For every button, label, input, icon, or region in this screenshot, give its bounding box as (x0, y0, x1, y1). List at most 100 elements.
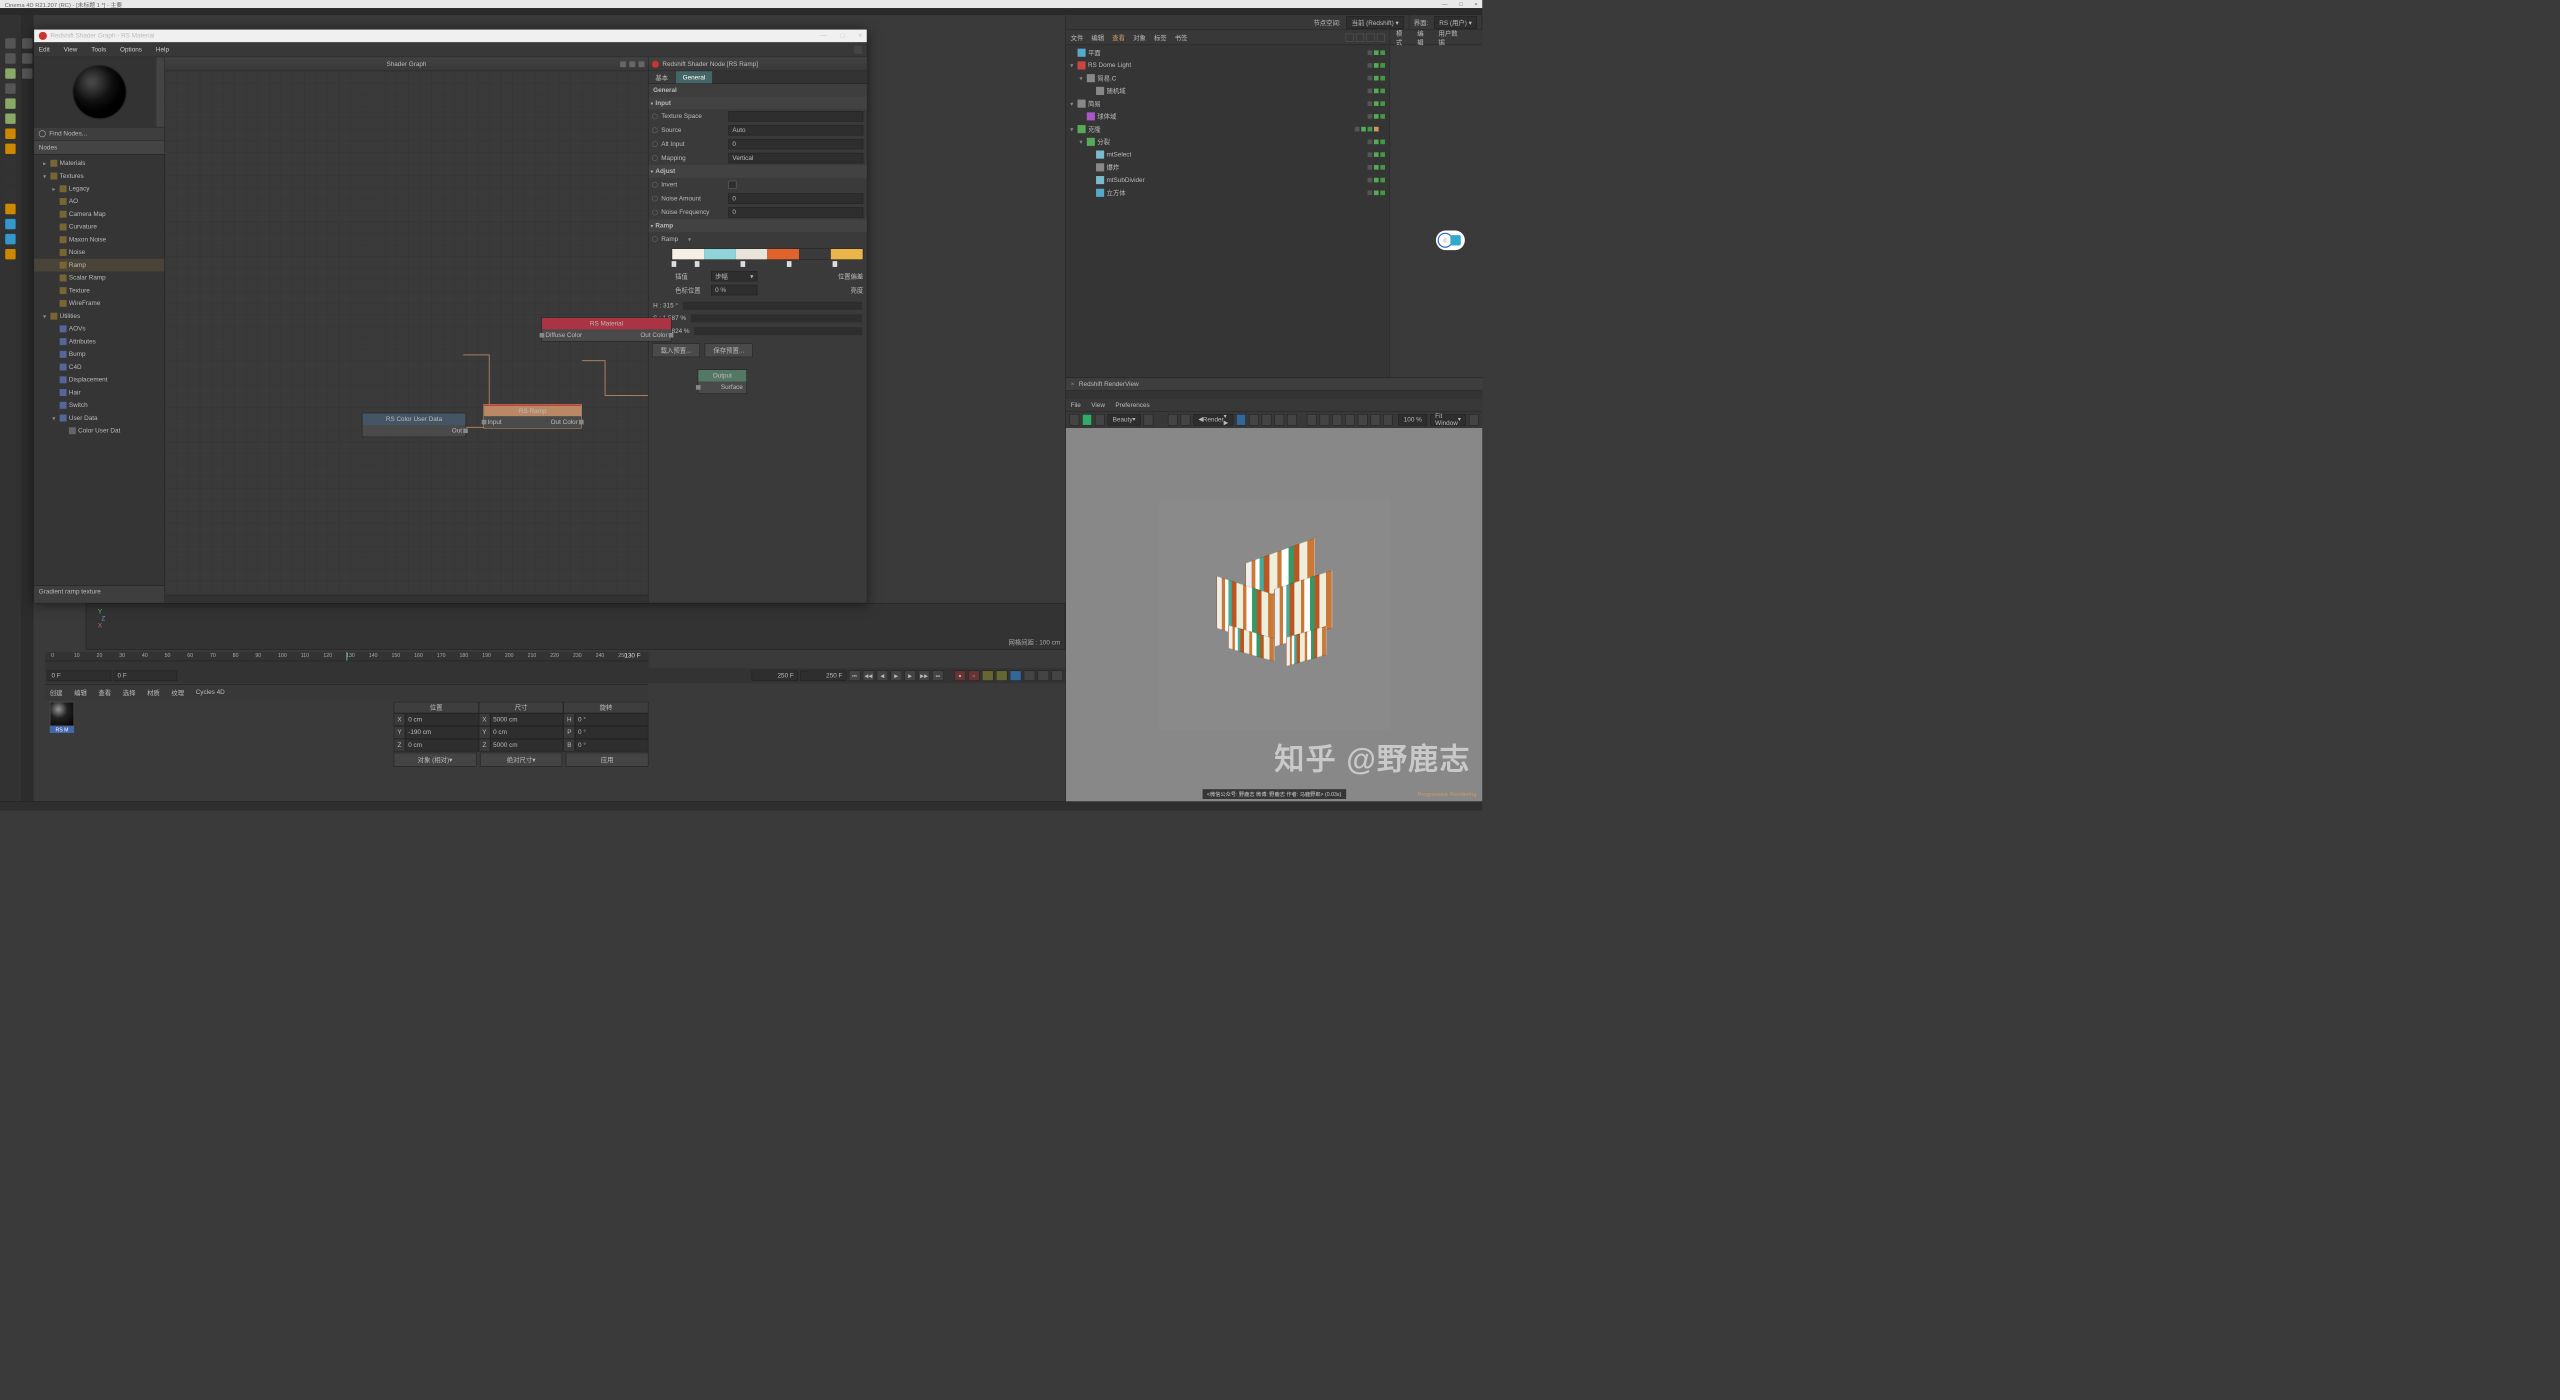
start-frame-2[interactable]: 0 F (113, 670, 177, 680)
tool-s3-icon[interactable] (5, 189, 15, 199)
material-slot[interactable]: RS M (50, 702, 74, 733)
menu-item[interactable]: 查看 (98, 688, 111, 697)
menu-item[interactable]: 材质 (147, 688, 160, 697)
size-mode-dropdown[interactable]: 绝对尺寸 ▾ (480, 753, 563, 767)
save-preset-button[interactable]: 保存预置... (705, 343, 753, 357)
object-tree[interactable]: 平面▾RS Dome Light▾简易.C随机域▾简易球体域▾克隆▾分裂mtSe… (1066, 45, 1390, 377)
coord-mode-dropdown[interactable]: 对象 (相对) ▾ (394, 753, 477, 767)
attr-menu[interactable]: 模式 编辑 用户数据 (1390, 30, 1482, 45)
section-ramp[interactable]: Ramp (648, 219, 866, 232)
tree-item[interactable]: AOVs (34, 323, 164, 336)
tree-item[interactable]: Ramp (34, 259, 164, 272)
graph-opt3-icon[interactable] (639, 61, 645, 67)
tree-item[interactable]: Camera Map (34, 208, 164, 221)
graph-opt1-icon[interactable] (620, 61, 626, 67)
next-key-icon[interactable]: ▶▶ (918, 670, 930, 680)
rv-t2-icon[interactable] (1320, 414, 1330, 426)
rv-t4-icon[interactable] (1345, 414, 1355, 426)
rv-circle-icon[interactable] (1287, 414, 1297, 426)
object-row[interactable]: ▾RS Dome Light (1066, 59, 1390, 72)
graph-scrollbar[interactable] (165, 595, 648, 603)
timeline[interactable]: 0102030405060708090100110120130140150160… (45, 652, 648, 668)
viewport[interactable]: Y ZX 网格间距 : 100 cm (86, 603, 1066, 649)
prop-field[interactable]: 0 (728, 139, 863, 149)
material-thumb[interactable] (50, 702, 74, 726)
menu-item[interactable]: 创建 (50, 688, 63, 697)
tree-item[interactable]: Texture (34, 284, 164, 297)
menu-item[interactable]: 编辑 (74, 688, 87, 697)
node-ramp[interactable]: RS Ramp InputOut Color (483, 404, 581, 428)
rv-render-dropdown[interactable]: ◀ Render ▾ ▶ (1193, 414, 1233, 426)
node-output[interactable]: Output Surface (698, 369, 747, 393)
tree-item[interactable]: Noise (34, 246, 164, 259)
menu-item[interactable]: Cycles 4D (196, 689, 225, 696)
preview-tabs[interactable] (156, 57, 164, 126)
prop-field[interactable]: Vertical (728, 153, 863, 163)
goto-start-icon[interactable]: ⏮ (849, 670, 861, 680)
goto-end-icon[interactable]: ⏭ (932, 670, 944, 680)
load-preset-button[interactable]: 载入预置... (652, 343, 700, 357)
render-viewport[interactable]: 知乎 @野鹿志 <微信公众号: 野鹿志 微博: 野鹿志 作者: 马鹿野郎> (0… (1066, 428, 1482, 801)
port-out[interactable] (463, 428, 468, 433)
mode-palette[interactable] (21, 15, 34, 801)
menu-options[interactable]: Options (120, 46, 142, 53)
tool-ring-icon[interactable] (5, 204, 15, 214)
tool-orange2-icon[interactable] (5, 144, 15, 154)
section-input[interactable]: Input (648, 97, 866, 110)
rv-globe-icon[interactable] (1144, 414, 1154, 426)
param-dot-icon[interactable] (652, 127, 658, 133)
rv-menu[interactable]: File View Preferences (1066, 399, 1482, 412)
tool-s1-icon[interactable] (5, 159, 15, 169)
tree-item[interactable]: Maxon Noise (34, 233, 164, 246)
object-row[interactable]: ▾简易 (1066, 97, 1390, 110)
prev-key-icon[interactable]: ◀◀ (863, 670, 875, 680)
tree-item[interactable]: Displacement (34, 373, 164, 386)
tree-item[interactable]: Switch (34, 399, 164, 412)
mode-1-icon[interactable] (22, 38, 32, 48)
shader-window-titlebar[interactable]: Redshift Shader Graph - RS Material —□× (34, 30, 867, 43)
rv-snow-icon[interactable] (1262, 414, 1272, 426)
obj-path-icon[interactable] (1366, 33, 1374, 41)
prev-frame-icon[interactable]: ◀ (877, 670, 889, 680)
tool-cube3-icon[interactable] (5, 113, 15, 123)
tree-item[interactable]: ▾Textures (34, 170, 164, 183)
object-row[interactable]: mtSelect (1066, 148, 1390, 161)
rv-grid-icon[interactable] (1249, 414, 1259, 426)
tool-orange-icon[interactable] (5, 129, 15, 139)
param-dot-icon[interactable] (652, 182, 658, 188)
rv-t5-icon[interactable] (1358, 414, 1368, 426)
rv-t7-icon[interactable] (1383, 414, 1393, 426)
object-row[interactable]: 球体域 (1066, 110, 1390, 123)
menu-edit[interactable]: Edit (39, 46, 50, 53)
autokey-icon[interactable]: ○ (968, 670, 980, 680)
rv-star-icon[interactable] (1274, 414, 1284, 426)
tool-palette-left[interactable] (0, 15, 21, 801)
tool-cube2-icon[interactable] (5, 98, 15, 108)
tree-item[interactable]: Scalar Ramp (34, 272, 164, 285)
param-dot-icon[interactable] (652, 210, 658, 216)
tool-s2-icon[interactable] (5, 174, 15, 184)
key-opt3-icon[interactable] (1010, 670, 1022, 680)
key-opt1-icon[interactable] (982, 670, 994, 680)
rv-ipr-icon[interactable] (1082, 414, 1092, 426)
node-canvas[interactable]: RS Color User Data Out RS Ramp InputOut … (165, 71, 648, 594)
object-row[interactable]: mtSubDivider (1066, 174, 1390, 187)
end-frame-2[interactable]: 250 F (800, 670, 846, 680)
prop-field[interactable]: 0 (728, 207, 863, 217)
menu-view[interactable]: View (64, 46, 78, 53)
node-space-dropdown[interactable]: 当前 (Redshift) ▾ (1346, 16, 1404, 29)
param-dot-icon[interactable] (652, 155, 658, 161)
ime-badge[interactable]: 鹿 (1436, 230, 1465, 250)
shader-search-icon[interactable] (854, 45, 862, 53)
rv-gear-icon[interactable] (1469, 414, 1479, 426)
mode-2-icon[interactable] (22, 53, 32, 63)
props-tabs[interactable]: 基本 General (648, 71, 866, 84)
tool-blue-icon[interactable] (5, 219, 15, 229)
tree-item[interactable]: Color User Dat (34, 424, 164, 437)
object-row[interactable]: 立方体 (1066, 186, 1390, 199)
next-frame-icon[interactable]: ▶ (904, 670, 916, 680)
param-dot-icon[interactable] (652, 196, 658, 202)
rv-aov-dropdown[interactable]: Beauty ▾ (1107, 414, 1140, 426)
port-out[interactable] (669, 333, 674, 338)
rv-refresh-icon[interactable] (1095, 414, 1105, 426)
